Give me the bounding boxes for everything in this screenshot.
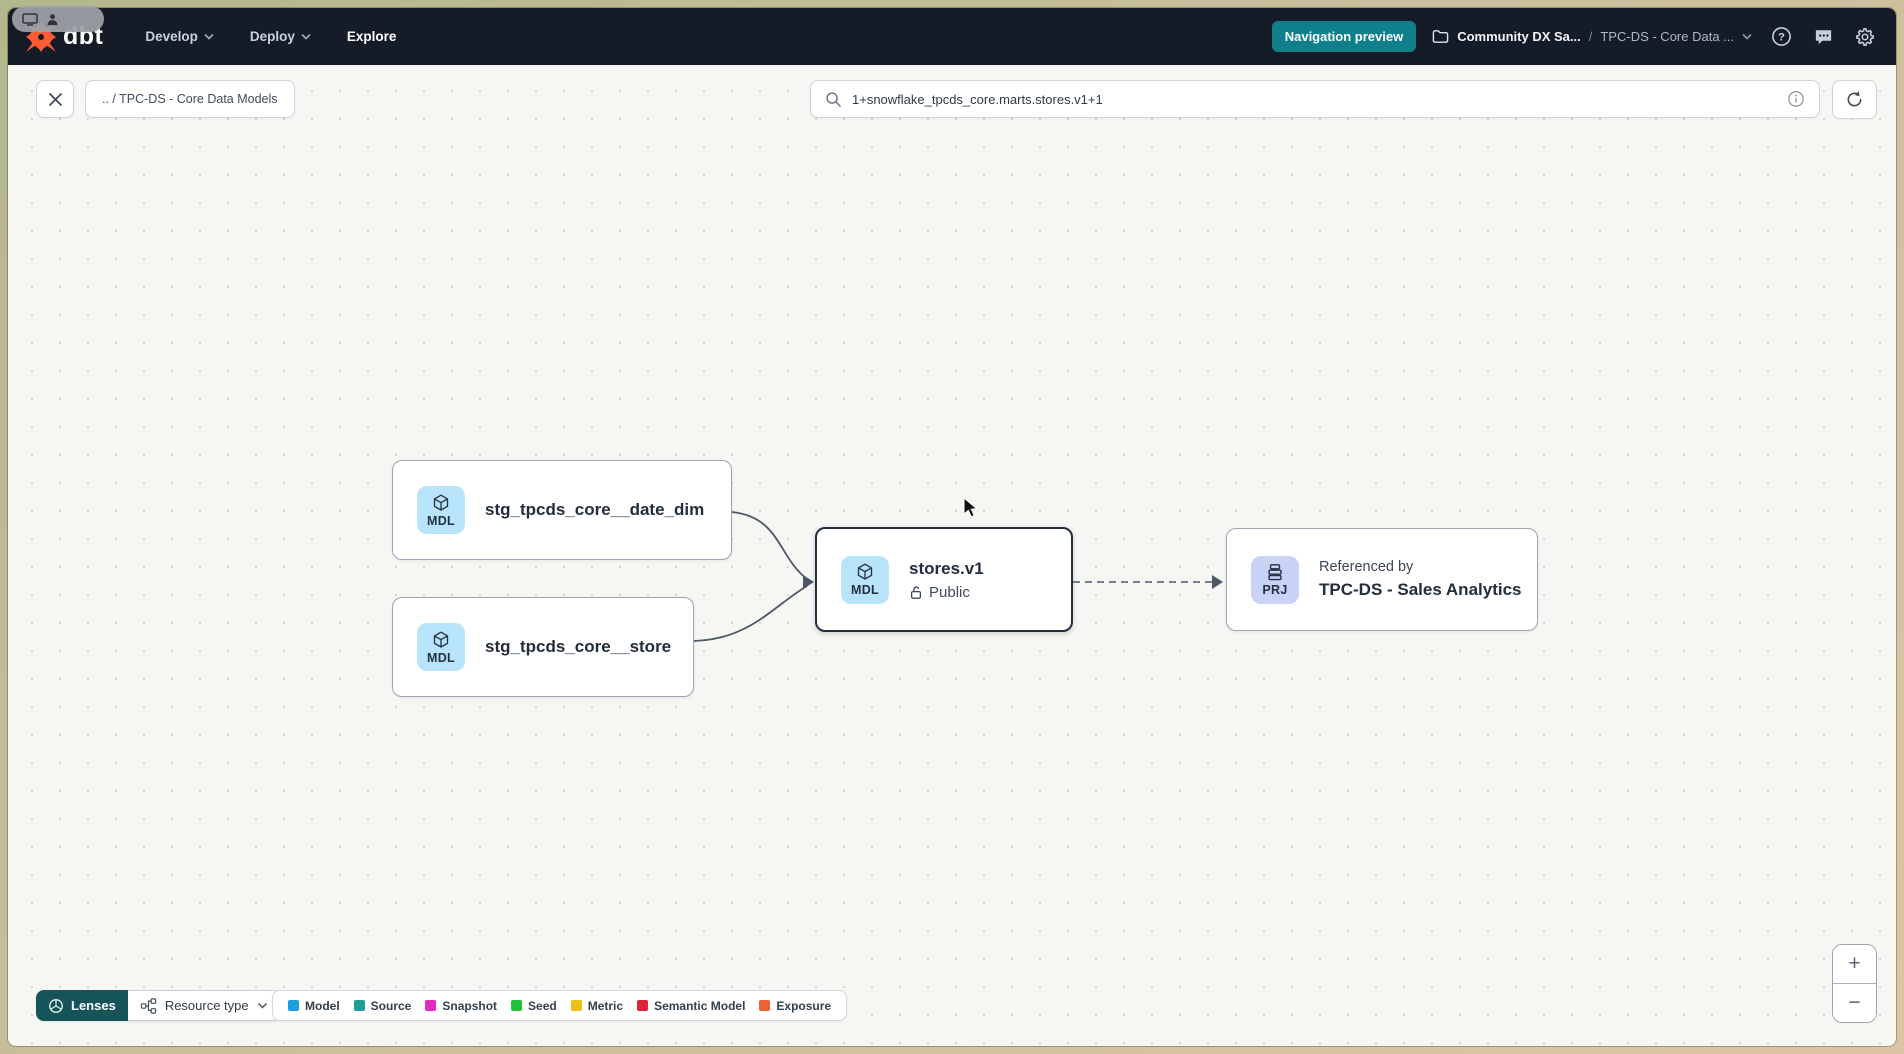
zoom-in-button[interactable]: + (1833, 945, 1876, 984)
close-icon (48, 92, 63, 107)
legend-swatch (759, 1000, 770, 1011)
badge-label: MDL (851, 583, 879, 597)
node-stg-tpcds-core-date-dim[interactable]: MDL stg_tpcds_core__date_dim (392, 460, 732, 560)
node-title: stg_tpcds_core__date_dim (485, 500, 704, 520)
lock-open-icon (909, 585, 923, 600)
lineage-path-chip[interactable]: .. / TPC-DS - Core Data Models (85, 80, 295, 118)
legend-item-model: Model (288, 999, 340, 1013)
legend-swatch (571, 1000, 582, 1011)
gear-icon (1854, 26, 1876, 48)
legend-item-semantic-model: Semantic Model (637, 999, 745, 1013)
legend-swatch (511, 1000, 522, 1011)
breadcrumb-project[interactable]: TPC-DS - Core Data ... (1600, 29, 1734, 44)
chevron-down-icon (301, 33, 311, 40)
help-icon: ? (1771, 26, 1792, 47)
menu-develop[interactable]: Develop (145, 29, 214, 44)
feedback-button[interactable] (1810, 24, 1836, 50)
cube-icon (855, 562, 875, 582)
legend-swatch (354, 1000, 365, 1011)
badge-label: MDL (427, 514, 455, 528)
menu-develop-label: Develop (145, 29, 198, 44)
mouse-cursor (963, 497, 981, 519)
menu-explore[interactable]: Explore (347, 29, 397, 44)
help-button[interactable]: ? (1768, 24, 1794, 50)
node-title: TPC-DS - Sales Analytics (1319, 580, 1522, 600)
arrowhead (803, 575, 814, 589)
stack-icon (1265, 562, 1285, 582)
access-row: Public (909, 584, 984, 601)
close-lineage-button[interactable] (36, 80, 74, 118)
legend-item-snapshot: Snapshot (425, 999, 497, 1013)
chat-bubble-icon (1813, 26, 1834, 47)
legend-swatch (288, 1000, 299, 1011)
breadcrumb-account[interactable]: Community DX Sa... (1457, 29, 1581, 44)
menu-deploy-label: Deploy (250, 29, 295, 44)
model-resource-badge: MDL (417, 623, 465, 671)
resource-type-label: Resource type (165, 998, 249, 1013)
lenses-label: Lenses (71, 998, 116, 1013)
arrowhead (1212, 575, 1223, 589)
legend-item-seed: Seed (511, 999, 557, 1013)
edge-date-dim-to-stores (732, 512, 807, 579)
settings-button[interactable] (1852, 24, 1878, 50)
breadcrumb: Community DX Sa... / TPC-DS - Core Data … (1432, 29, 1752, 44)
resource-legend: Model Source Snapshot Seed Metric Semant… (272, 990, 847, 1021)
resource-type-dropdown[interactable]: Resource type (128, 990, 281, 1021)
node-stores-v1[interactable]: MDL stores.v1 Public (815, 527, 1073, 632)
cube-icon (431, 630, 451, 650)
search-icon (825, 91, 842, 108)
chevron-down-icon[interactable] (1742, 33, 1752, 40)
model-resource-badge: MDL (841, 556, 889, 604)
zoom-controls: + − (1832, 944, 1877, 1023)
lenses-controls: Lenses Resource type (36, 990, 281, 1021)
main-menu: Develop Deploy Explore (145, 29, 396, 44)
lens-icon (48, 998, 64, 1014)
menu-explore-label: Explore (347, 29, 397, 44)
legend-item-exposure: Exposure (759, 999, 831, 1013)
svg-text:?: ? (1778, 32, 1785, 44)
graph-icon (140, 998, 157, 1014)
node-subtitle: Referenced by (1319, 559, 1522, 575)
menu-deploy[interactable]: Deploy (250, 29, 311, 44)
badge-label: PRJ (1262, 583, 1287, 597)
node-title: stg_tpcds_core__store (485, 637, 671, 657)
legend-item-metric: Metric (571, 999, 623, 1013)
cube-icon (431, 493, 451, 513)
lineage-canvas[interactable]: .. / TPC-DS - Core Data Models (8, 65, 1896, 1046)
lineage-search (810, 80, 1820, 118)
breadcrumb-separator: / (1589, 29, 1593, 44)
legend-item-source: Source (354, 999, 412, 1013)
node-stg-tpcds-core-store[interactable]: MDL stg_tpcds_core__store (392, 597, 694, 697)
navigation-preview-badge[interactable]: Navigation preview (1272, 21, 1416, 52)
display-icon (22, 13, 38, 26)
folder-icon (1432, 29, 1449, 44)
selector-input[interactable] (852, 92, 1777, 107)
lenses-button[interactable]: Lenses (36, 990, 128, 1021)
chevron-down-icon (257, 1002, 268, 1009)
refresh-lineage-button[interactable] (1832, 80, 1877, 119)
top-navbar: dbt Develop Deploy Explore Navigation pr… (8, 8, 1896, 65)
project-resource-badge: PRJ (1251, 556, 1299, 604)
legend-swatch (637, 1000, 648, 1011)
lineage-path-label: .. / TPC-DS - Core Data Models (102, 92, 278, 106)
navbar-right: Navigation preview Community DX Sa... / … (1272, 21, 1878, 52)
info-icon[interactable] (1787, 90, 1805, 108)
refresh-icon (1845, 90, 1864, 109)
edge-store-to-stores (694, 586, 807, 641)
badge-label: MDL (427, 651, 455, 665)
app-window: dbt Develop Deploy Explore Navigation pr… (8, 8, 1896, 1046)
model-resource-badge: MDL (417, 486, 465, 534)
zoom-out-button[interactable]: − (1833, 984, 1876, 1022)
access-label: Public (929, 584, 970, 601)
person-icon (46, 13, 59, 26)
node-tpcds-sales-analytics[interactable]: PRJ Referenced by TPC-DS - Sales Analyti… (1226, 528, 1538, 631)
legend-swatch (425, 1000, 436, 1011)
chevron-down-icon (204, 33, 214, 40)
node-title: stores.v1 (909, 559, 984, 579)
screen-share-indicator (12, 6, 104, 32)
